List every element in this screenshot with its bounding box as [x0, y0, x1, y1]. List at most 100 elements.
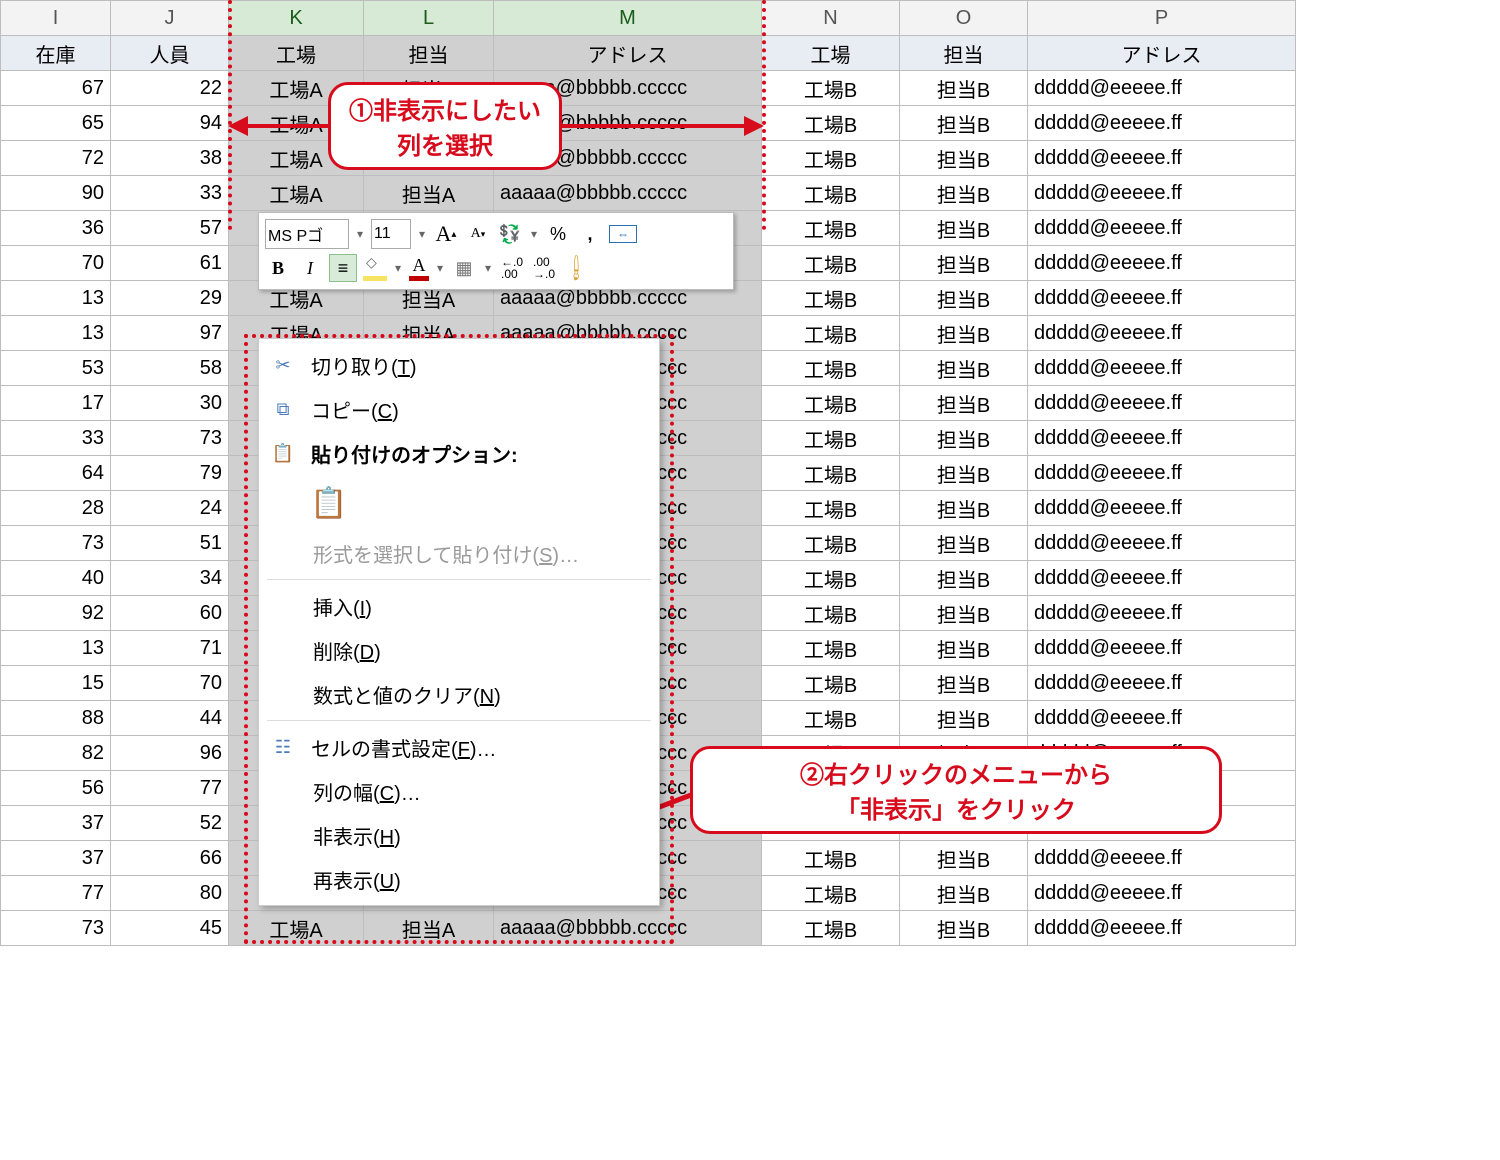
- cell[interactable]: 40: [1, 561, 111, 596]
- cell[interactable]: 30: [111, 386, 229, 421]
- cell[interactable]: aaaaa@bbbbb.ccccc: [494, 911, 762, 946]
- cell[interactable]: ddddd@eeeee.ff: [1028, 141, 1296, 176]
- cell[interactable]: 28: [1, 491, 111, 526]
- column-header-I[interactable]: I: [1, 1, 111, 36]
- cell[interactable]: ddddd@eeeee.ff: [1028, 911, 1296, 946]
- menu-insert[interactable]: 挿入(I): [259, 584, 659, 628]
- cell[interactable]: 94: [111, 106, 229, 141]
- column-header-N[interactable]: N: [762, 1, 900, 36]
- cell[interactable]: 45: [111, 911, 229, 946]
- cell[interactable]: ddddd@eeeee.ff: [1028, 386, 1296, 421]
- italic-icon[interactable]: I: [297, 255, 323, 281]
- cell[interactable]: 80: [111, 876, 229, 911]
- cell[interactable]: 工場B: [762, 456, 900, 491]
- cell[interactable]: 工場B: [762, 666, 900, 701]
- cell[interactable]: 工場B: [762, 316, 900, 351]
- cell[interactable]: 担当B: [900, 141, 1028, 176]
- column-header-J[interactable]: J: [111, 1, 229, 36]
- cell[interactable]: ddddd@eeeee.ff: [1028, 841, 1296, 876]
- cell[interactable]: 工場B: [762, 701, 900, 736]
- cell[interactable]: 担当B: [900, 106, 1028, 141]
- menu-unhide[interactable]: 再表示(U): [259, 857, 659, 901]
- fill-dd[interactable]: ▾: [393, 261, 403, 275]
- cell[interactable]: 13: [1, 281, 111, 316]
- cell[interactable]: 73: [1, 526, 111, 561]
- font-size-input[interactable]: [371, 219, 411, 249]
- cell[interactable]: 担当B: [900, 631, 1028, 666]
- cell[interactable]: 73: [1, 911, 111, 946]
- cell[interactable]: 担当B: [900, 701, 1028, 736]
- cell[interactable]: ddddd@eeeee.ff: [1028, 211, 1296, 246]
- cell[interactable]: 92: [1, 596, 111, 631]
- cell[interactable]: 担当A: [364, 911, 494, 946]
- cell[interactable]: 72: [1, 141, 111, 176]
- menu-cut[interactable]: ✂ 切り取り(T): [259, 343, 659, 387]
- cell[interactable]: 担当B: [900, 876, 1028, 911]
- cell[interactable]: ddddd@eeeee.ff: [1028, 71, 1296, 106]
- cell[interactable]: 工場B: [762, 211, 900, 246]
- cell[interactable]: 担当B: [900, 281, 1028, 316]
- font-size-dropdown-icon[interactable]: ▾: [417, 227, 427, 241]
- column-header-M[interactable]: M: [494, 1, 762, 36]
- percent-icon[interactable]: %: [545, 221, 571, 247]
- cell[interactable]: 90: [1, 176, 111, 211]
- format-painter-icon[interactable]: 🖌: [558, 250, 595, 287]
- cell[interactable]: 担当B: [900, 456, 1028, 491]
- cell[interactable]: ddddd@eeeee.ff: [1028, 246, 1296, 281]
- field-header[interactable]: 担当: [364, 36, 494, 71]
- menu-column-width[interactable]: 列の幅(C)…: [259, 769, 659, 813]
- cell[interactable]: 82: [1, 736, 111, 771]
- cell[interactable]: 71: [111, 631, 229, 666]
- cell[interactable]: 工場B: [762, 526, 900, 561]
- cell[interactable]: ddddd@eeeee.ff: [1028, 106, 1296, 141]
- cell[interactable]: ddddd@eeeee.ff: [1028, 421, 1296, 456]
- border-dd[interactable]: ▾: [483, 261, 493, 275]
- cell[interactable]: ddddd@eeeee.ff: [1028, 701, 1296, 736]
- cell[interactable]: 33: [1, 421, 111, 456]
- cell[interactable]: 工場B: [762, 561, 900, 596]
- column-header-P[interactable]: P: [1028, 1, 1296, 36]
- cell[interactable]: ddddd@eeeee.ff: [1028, 176, 1296, 211]
- increase-font-icon[interactable]: A▴: [433, 221, 459, 247]
- menu-format-cells[interactable]: ☷ セルの書式設定(F)…: [259, 725, 659, 769]
- cell[interactable]: ddddd@eeeee.ff: [1028, 666, 1296, 701]
- merge-icon[interactable]: ⇔: [609, 225, 637, 243]
- cell[interactable]: 工場B: [762, 351, 900, 386]
- cell[interactable]: aaaaa@bbbbb.ccccc: [494, 176, 762, 211]
- field-header[interactable]: 工場: [229, 36, 364, 71]
- menu-delete[interactable]: 削除(D): [259, 628, 659, 672]
- cell[interactable]: ddddd@eeeee.ff: [1028, 316, 1296, 351]
- borders-icon[interactable]: ▦: [451, 255, 477, 281]
- cell[interactable]: 37: [1, 841, 111, 876]
- cell[interactable]: 工場B: [762, 71, 900, 106]
- fill-color-icon[interactable]: [363, 256, 387, 281]
- cell[interactable]: 工場B: [762, 176, 900, 211]
- field-header[interactable]: 担当: [900, 36, 1028, 71]
- menu-clear[interactable]: 数式と値のクリア(N): [259, 672, 659, 716]
- cell[interactable]: 工場B: [762, 246, 900, 281]
- cell[interactable]: 担当B: [900, 71, 1028, 106]
- cell[interactable]: 88: [1, 701, 111, 736]
- cell[interactable]: 29: [111, 281, 229, 316]
- cell[interactable]: 担当B: [900, 841, 1028, 876]
- cell[interactable]: 担当B: [900, 911, 1028, 946]
- cell[interactable]: 工場B: [762, 106, 900, 141]
- menu-paste-options[interactable]: 📋 貼り付けのオプション:: [259, 431, 659, 475]
- cell[interactable]: 担当B: [900, 561, 1028, 596]
- decrease-decimal-icon[interactable]: .00→.0: [531, 255, 557, 281]
- cell[interactable]: 56: [1, 771, 111, 806]
- cell[interactable]: ddddd@eeeee.ff: [1028, 561, 1296, 596]
- cell[interactable]: 61: [111, 246, 229, 281]
- cell[interactable]: 73: [111, 421, 229, 456]
- cell[interactable]: 64: [1, 456, 111, 491]
- cell[interactable]: 担当B: [900, 351, 1028, 386]
- increase-decimal-icon[interactable]: ←.0.00: [499, 255, 525, 281]
- cell[interactable]: 77: [1, 876, 111, 911]
- font-color-icon[interactable]: A: [409, 256, 429, 281]
- cell[interactable]: 96: [111, 736, 229, 771]
- column-header-O[interactable]: O: [900, 1, 1028, 36]
- field-header[interactable]: 工場: [762, 36, 900, 71]
- cell[interactable]: 22: [111, 71, 229, 106]
- cell[interactable]: 工場A: [229, 176, 364, 211]
- cell[interactable]: 担当B: [900, 491, 1028, 526]
